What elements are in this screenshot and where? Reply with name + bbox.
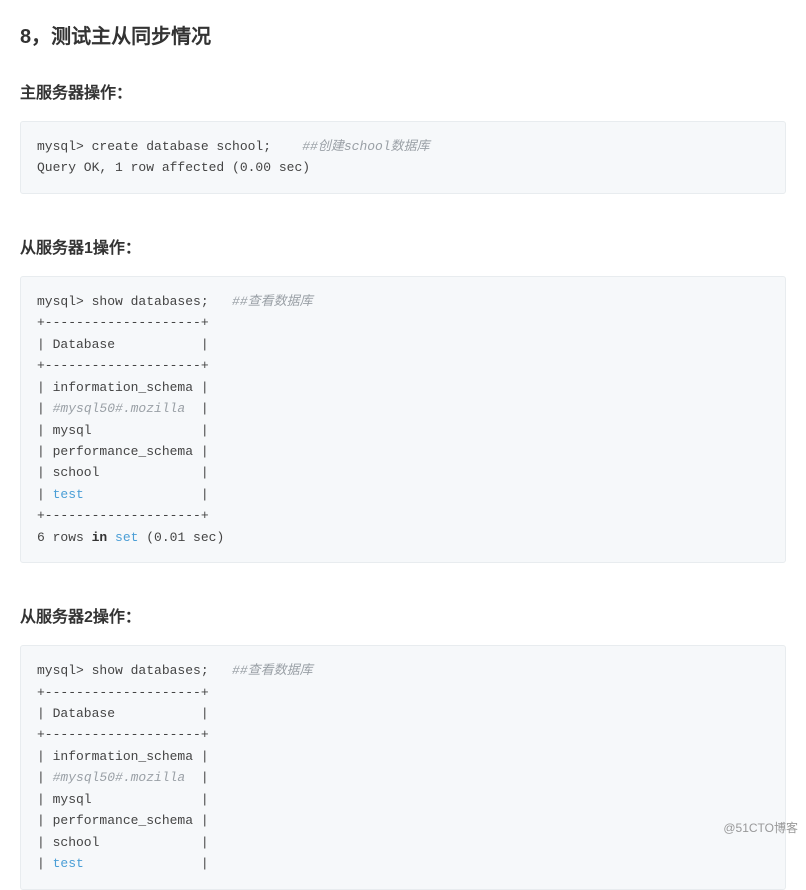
code-line: Query OK, 1 row affected (0.00 sec): [37, 160, 310, 175]
code-line: |: [84, 487, 209, 502]
code-line: #mysql50#.mozilla: [53, 401, 186, 416]
code-line: | Database |: [37, 337, 209, 352]
code-line: |: [37, 401, 53, 416]
code-line: +--------------------+: [37, 358, 209, 373]
code-line: | school |: [37, 835, 209, 850]
code-line: +--------------------+: [37, 508, 209, 523]
subheading-slave1: 从服务器1操作：: [20, 234, 786, 258]
subheading-master: 主服务器操作：: [20, 79, 786, 103]
code-line: |: [185, 401, 208, 416]
code-line: |: [185, 770, 208, 785]
code-line: +--------------------+: [37, 685, 209, 700]
subheading-slave2: 从服务器2操作：: [20, 603, 786, 627]
code-line: +--------------------+: [37, 727, 209, 742]
code-line: | mysql |: [37, 792, 209, 807]
code-line: mysql> create database school;: [37, 139, 302, 154]
section-title: 8，测试主从同步情况: [20, 20, 786, 49]
code-line: | information_schema |: [37, 749, 209, 764]
code-line: [107, 530, 115, 545]
code-line: |: [37, 856, 53, 871]
code-line: #mysql50#.mozilla: [53, 770, 186, 785]
code-comment: ##创建school数据库: [302, 139, 429, 154]
code-block-slave1: mysql> show databases; ##查看数据库 +--------…: [20, 276, 786, 563]
code-line: 6 rows: [37, 530, 92, 545]
code-block-slave2: mysql> show databases; ##查看数据库 +--------…: [20, 645, 786, 889]
code-line: | performance_schema |: [37, 444, 209, 459]
code-line: | school |: [37, 465, 209, 480]
code-line: test: [53, 856, 84, 871]
code-keyword: in: [92, 530, 108, 545]
code-line: | performance_schema |: [37, 813, 209, 828]
code-line: mysql> show databases;: [37, 294, 232, 309]
code-line: | Database |: [37, 706, 209, 721]
code-line: | mysql |: [37, 423, 209, 438]
code-keyword: set: [115, 530, 138, 545]
watermark: @51CTO博客: [723, 819, 798, 836]
code-block-master: mysql> create database school; ##创建schoo…: [20, 121, 786, 194]
code-line: | information_schema |: [37, 380, 209, 395]
code-line: mysql> show databases;: [37, 663, 232, 678]
code-line: (0.01 sec): [138, 530, 224, 545]
code-line: |: [37, 770, 53, 785]
code-line: |: [37, 487, 53, 502]
code-comment: ##查看数据库: [232, 294, 313, 309]
code-line: |: [84, 856, 209, 871]
code-line: test: [53, 487, 84, 502]
code-line: +--------------------+: [37, 315, 209, 330]
code-comment: ##查看数据库: [232, 663, 313, 678]
